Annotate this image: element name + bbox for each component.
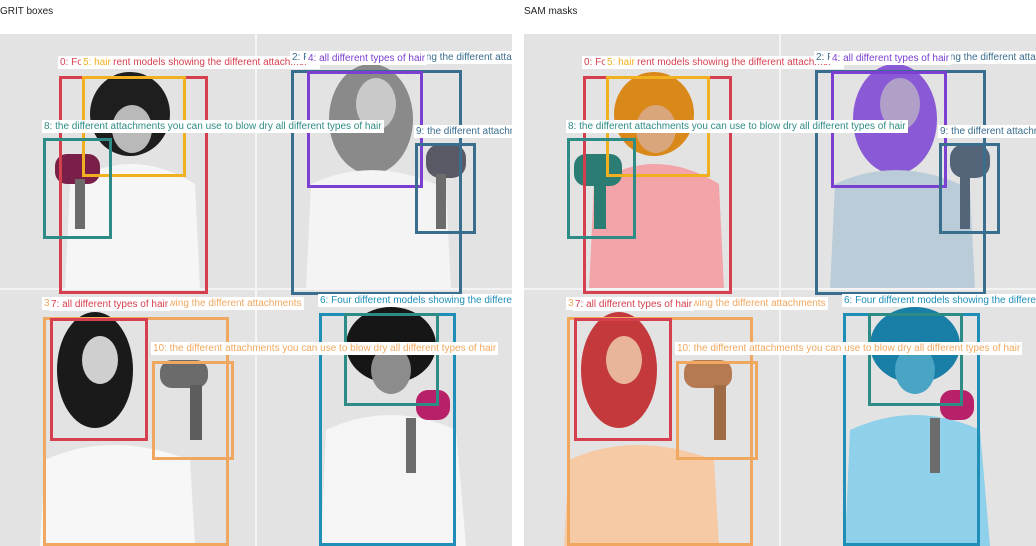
box-7 xyxy=(50,318,148,441)
divider-vertical-right xyxy=(779,34,781,546)
label-8: 8: the different attachments you can use… xyxy=(42,120,384,133)
label-9-r: 9: the different attachments you can use… xyxy=(938,125,1036,138)
sam-panel: 0: Four different models showing the dif… xyxy=(524,34,1036,546)
label-6-r: 6: Four different models showing the dif… xyxy=(842,294,1036,307)
title-right: SAM masks xyxy=(524,6,578,17)
label-7-r: 7: all different types of hair xyxy=(573,298,695,311)
label-8-r: 8: the different attachments you can use… xyxy=(566,120,908,133)
title-left: GRIT boxes xyxy=(0,6,54,17)
label-5-r: 5: hair xyxy=(605,56,637,69)
box-7-r xyxy=(574,318,672,441)
label-9: 9: the different attachments you can use… xyxy=(414,125,512,138)
box-8 xyxy=(43,138,112,239)
label-6: 6: Four different models showing the dif… xyxy=(318,294,512,307)
box-8-r xyxy=(567,138,636,239)
box-10-r xyxy=(676,361,758,460)
label-10-r: 10: the different attachments you can us… xyxy=(675,342,1023,355)
box-9 xyxy=(415,143,476,234)
divider-vertical xyxy=(255,34,257,546)
label-10: 10: the different attachments you can us… xyxy=(151,342,499,355)
box-6b xyxy=(344,313,439,406)
box-9-r xyxy=(939,143,1000,234)
label-7: 7: all different types of hair xyxy=(49,298,171,311)
label-4-r: 4: all different types of hair xyxy=(830,52,952,65)
grit-panel: 0: Four different models showing the dif… xyxy=(0,34,512,546)
label-4: 4: all different types of hair xyxy=(306,52,428,65)
box-10 xyxy=(152,361,234,460)
label-5: 5: hair xyxy=(81,56,113,69)
box-6b-r xyxy=(868,313,963,406)
